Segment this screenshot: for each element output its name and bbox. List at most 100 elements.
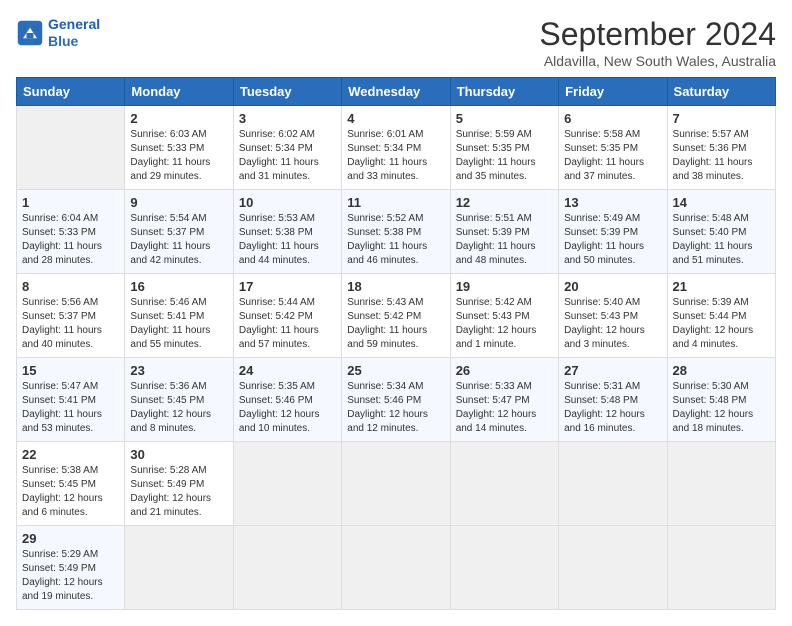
calendar-cell [342, 442, 450, 526]
day-number: 19 [456, 279, 553, 294]
day-info: Sunrise: 5:52 AM Sunset: 5:38 PM Dayligh… [347, 212, 444, 268]
day-info: Sunrise: 5:49 AM Sunset: 5:39 PM Dayligh… [564, 212, 661, 268]
calendar-cell: 21 Sunrise: 5:39 AM Sunset: 5:44 PM Dayl… [667, 274, 775, 358]
day-number: 15 [22, 363, 119, 378]
day-info: Sunrise: 5:29 AM Sunset: 5:49 PM Dayligh… [22, 548, 119, 604]
calendar-cell: 27 Sunrise: 5:31 AM Sunset: 5:48 PM Dayl… [559, 358, 667, 442]
column-header-thursday: Thursday [450, 78, 558, 106]
calendar-cell [125, 526, 233, 610]
calendar-cell [233, 526, 341, 610]
day-info: Sunrise: 6:03 AM Sunset: 5:33 PM Dayligh… [130, 128, 227, 184]
day-number: 29 [22, 531, 119, 546]
calendar-cell: 29 Sunrise: 5:29 AM Sunset: 5:49 PM Dayl… [17, 526, 125, 610]
day-number: 27 [564, 363, 661, 378]
calendar-cell [559, 526, 667, 610]
day-info: Sunrise: 5:35 AM Sunset: 5:46 PM Dayligh… [239, 380, 336, 436]
day-number: 18 [347, 279, 444, 294]
calendar-cell: 20 Sunrise: 5:40 AM Sunset: 5:43 PM Dayl… [559, 274, 667, 358]
logo-line2: Blue [48, 33, 78, 49]
day-info: Sunrise: 6:01 AM Sunset: 5:34 PM Dayligh… [347, 128, 444, 184]
calendar-cell: 11 Sunrise: 5:52 AM Sunset: 5:38 PM Dayl… [342, 190, 450, 274]
calendar-cell: 22 Sunrise: 5:38 AM Sunset: 5:45 PM Dayl… [17, 442, 125, 526]
day-info: Sunrise: 6:04 AM Sunset: 5:33 PM Dayligh… [22, 212, 119, 268]
calendar-cell: 13 Sunrise: 5:49 AM Sunset: 5:39 PM Dayl… [559, 190, 667, 274]
day-number: 26 [456, 363, 553, 378]
calendar-cell: 9 Sunrise: 5:54 AM Sunset: 5:37 PM Dayli… [125, 190, 233, 274]
calendar-cell: 7 Sunrise: 5:57 AM Sunset: 5:36 PM Dayli… [667, 106, 775, 190]
day-number: 8 [22, 279, 119, 294]
calendar-cell: 19 Sunrise: 5:42 AM Sunset: 5:43 PM Dayl… [450, 274, 558, 358]
day-info: Sunrise: 5:54 AM Sunset: 5:37 PM Dayligh… [130, 212, 227, 268]
day-number: 12 [456, 195, 553, 210]
calendar-header-row: SundayMondayTuesdayWednesdayThursdayFrid… [17, 78, 776, 106]
calendar-cell [450, 526, 558, 610]
calendar-cell: 4 Sunrise: 6:01 AM Sunset: 5:34 PM Dayli… [342, 106, 450, 190]
day-number: 13 [564, 195, 661, 210]
column-header-saturday: Saturday [667, 78, 775, 106]
day-number: 17 [239, 279, 336, 294]
calendar-week-row: 8 Sunrise: 5:56 AM Sunset: 5:37 PM Dayli… [17, 274, 776, 358]
day-number: 6 [564, 111, 661, 126]
day-number: 21 [673, 279, 770, 294]
day-number: 20 [564, 279, 661, 294]
day-info: Sunrise: 5:28 AM Sunset: 5:49 PM Dayligh… [130, 464, 227, 520]
day-number: 11 [347, 195, 444, 210]
day-number: 23 [130, 363, 227, 378]
day-number: 7 [673, 111, 770, 126]
column-header-friday: Friday [559, 78, 667, 106]
day-info: Sunrise: 5:42 AM Sunset: 5:43 PM Dayligh… [456, 296, 553, 352]
logo-icon [16, 19, 44, 47]
day-number: 14 [673, 195, 770, 210]
calendar-cell: 3 Sunrise: 6:02 AM Sunset: 5:34 PM Dayli… [233, 106, 341, 190]
day-number: 25 [347, 363, 444, 378]
logo-text: General Blue [48, 16, 100, 50]
day-info: Sunrise: 5:47 AM Sunset: 5:41 PM Dayligh… [22, 380, 119, 436]
column-header-sunday: Sunday [17, 78, 125, 106]
calendar-cell: 16 Sunrise: 5:46 AM Sunset: 5:41 PM Dayl… [125, 274, 233, 358]
day-number: 4 [347, 111, 444, 126]
calendar-cell: 15 Sunrise: 5:47 AM Sunset: 5:41 PM Dayl… [17, 358, 125, 442]
day-info: Sunrise: 5:30 AM Sunset: 5:48 PM Dayligh… [673, 380, 770, 436]
calendar-week-row: 29 Sunrise: 5:29 AM Sunset: 5:49 PM Dayl… [17, 526, 776, 610]
calendar-cell: 26 Sunrise: 5:33 AM Sunset: 5:47 PM Dayl… [450, 358, 558, 442]
day-info: Sunrise: 5:31 AM Sunset: 5:48 PM Dayligh… [564, 380, 661, 436]
calendar-cell: 30 Sunrise: 5:28 AM Sunset: 5:49 PM Dayl… [125, 442, 233, 526]
calendar-cell: 8 Sunrise: 5:56 AM Sunset: 5:37 PM Dayli… [17, 274, 125, 358]
column-header-monday: Monday [125, 78, 233, 106]
calendar-cell [17, 106, 125, 190]
day-number: 22 [22, 447, 119, 462]
calendar-cell [342, 526, 450, 610]
calendar-cell: 1 Sunrise: 6:04 AM Sunset: 5:33 PM Dayli… [17, 190, 125, 274]
calendar-cell: 12 Sunrise: 5:51 AM Sunset: 5:39 PM Dayl… [450, 190, 558, 274]
day-number: 28 [673, 363, 770, 378]
day-info: Sunrise: 5:33 AM Sunset: 5:47 PM Dayligh… [456, 380, 553, 436]
day-info: Sunrise: 5:57 AM Sunset: 5:36 PM Dayligh… [673, 128, 770, 184]
day-info: Sunrise: 6:02 AM Sunset: 5:34 PM Dayligh… [239, 128, 336, 184]
day-info: Sunrise: 5:34 AM Sunset: 5:46 PM Dayligh… [347, 380, 444, 436]
day-number: 24 [239, 363, 336, 378]
column-header-tuesday: Tuesday [233, 78, 341, 106]
calendar-table: SundayMondayTuesdayWednesdayThursdayFrid… [16, 77, 776, 610]
day-info: Sunrise: 5:44 AM Sunset: 5:42 PM Dayligh… [239, 296, 336, 352]
day-info: Sunrise: 5:58 AM Sunset: 5:35 PM Dayligh… [564, 128, 661, 184]
day-info: Sunrise: 5:48 AM Sunset: 5:40 PM Dayligh… [673, 212, 770, 268]
day-number: 30 [130, 447, 227, 462]
calendar-cell: 6 Sunrise: 5:58 AM Sunset: 5:35 PM Dayli… [559, 106, 667, 190]
day-info: Sunrise: 5:39 AM Sunset: 5:44 PM Dayligh… [673, 296, 770, 352]
calendar-cell: 18 Sunrise: 5:43 AM Sunset: 5:42 PM Dayl… [342, 274, 450, 358]
day-info: Sunrise: 5:51 AM Sunset: 5:39 PM Dayligh… [456, 212, 553, 268]
calendar-week-row: 15 Sunrise: 5:47 AM Sunset: 5:41 PM Dayl… [17, 358, 776, 442]
calendar-cell: 5 Sunrise: 5:59 AM Sunset: 5:35 PM Dayli… [450, 106, 558, 190]
calendar-cell: 2 Sunrise: 6:03 AM Sunset: 5:33 PM Dayli… [125, 106, 233, 190]
day-number: 2 [130, 111, 227, 126]
calendar-subtitle: Aldavilla, New South Wales, Australia [539, 53, 776, 69]
day-info: Sunrise: 5:53 AM Sunset: 5:38 PM Dayligh… [239, 212, 336, 268]
calendar-cell: 17 Sunrise: 5:44 AM Sunset: 5:42 PM Dayl… [233, 274, 341, 358]
day-info: Sunrise: 5:43 AM Sunset: 5:42 PM Dayligh… [347, 296, 444, 352]
day-number: 10 [239, 195, 336, 210]
calendar-cell: 23 Sunrise: 5:36 AM Sunset: 5:45 PM Dayl… [125, 358, 233, 442]
calendar-week-row: 1 Sunrise: 6:04 AM Sunset: 5:33 PM Dayli… [17, 190, 776, 274]
calendar-title: September 2024 [539, 16, 776, 53]
day-number: 16 [130, 279, 227, 294]
logo-line1: General [48, 16, 100, 32]
